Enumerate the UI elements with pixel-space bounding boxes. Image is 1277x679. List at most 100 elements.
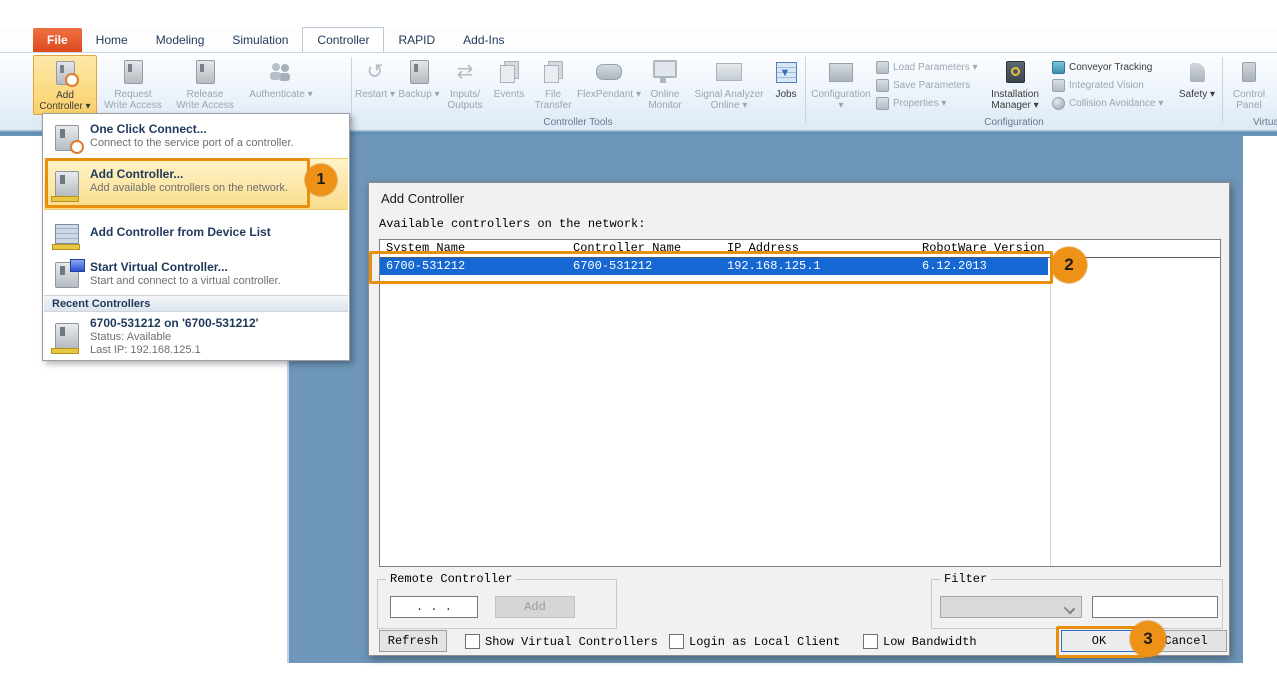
tab-simulation[interactable]: Simulation	[218, 28, 302, 52]
filter-label: Filter	[940, 572, 991, 586]
release-write-access-icon	[196, 57, 215, 87]
signal-analyzer-online-button: Signal Analyzer Online ▾	[689, 55, 769, 115]
restart-icon: ↺	[367, 57, 384, 87]
recent-controller-icon	[44, 314, 90, 358]
jobs-icon	[776, 57, 797, 87]
installation-manager-button[interactable]: Installation Manager ▾	[980, 55, 1050, 115]
remote-controller-group: Remote Controller . . . Add	[377, 579, 617, 629]
collision-avoidance-button: Collision Avoidance ▾	[1050, 94, 1176, 112]
backup-button: Backup ▾	[397, 55, 441, 115]
checkbox-label: Low Bandwidth	[883, 635, 977, 649]
events-icon	[500, 57, 519, 87]
collision-avoidance-label: Collision Avoidance ▾	[1069, 98, 1163, 109]
add-controller-dropdown-menu: One Click Connect... Connect to the serv…	[42, 113, 350, 361]
conveyor-tracking-button[interactable]: Conveyor Tracking	[1050, 58, 1176, 76]
remote-controller-label: Remote Controller	[386, 572, 516, 586]
properties-label: Properties ▾	[893, 98, 946, 109]
one-click-connect-icon	[44, 118, 90, 158]
ribbon-tab-strip: File Home Modeling Simulation Controller…	[0, 27, 1277, 52]
conveyor-tracking-label: Conveyor Tracking	[1069, 62, 1152, 73]
column-end-line	[1050, 257, 1051, 566]
checkbox-icon[interactable]	[669, 634, 684, 649]
remote-ip-input[interactable]: . . .	[390, 596, 478, 618]
online-monitor-icon	[653, 57, 677, 87]
virtual-controller-icon	[44, 256, 90, 294]
flexpendant-icon	[596, 57, 622, 87]
ribbon-group-separator	[1222, 57, 1223, 123]
add-controller-icon	[56, 58, 75, 88]
checkbox-icon[interactable]	[465, 634, 480, 649]
annotation-box-step2	[369, 251, 1053, 284]
backup-icon	[410, 57, 429, 87]
menu-item-title: One Click Connect...	[90, 122, 348, 137]
ribbon-group-separator	[805, 57, 806, 123]
recent-controller-title: 6700-531212 on '6700-531212'	[90, 316, 348, 331]
dialog-title: Add Controller	[381, 191, 464, 206]
safety-button[interactable]: Safety ▾	[1176, 55, 1218, 115]
show-virtual-controllers-checkbox[interactable]: Show Virtual Controllers	[465, 634, 658, 649]
checkbox-icon[interactable]	[863, 634, 878, 649]
annotation-badge-step2: 2	[1051, 247, 1087, 283]
request-write-access-icon	[124, 57, 143, 87]
safety-icon	[1190, 57, 1205, 87]
annotation-badge-step3: 3	[1130, 621, 1166, 657]
signal-analyzer-icon	[716, 57, 742, 87]
request-write-access-button: Request Write Access	[97, 55, 169, 115]
integrated-vision-label: Integrated Vision	[1069, 80, 1144, 91]
menu-item-add-controller-from-device-list[interactable]: Add Controller from Device List	[44, 214, 348, 254]
conveyor-tracking-icon	[1052, 61, 1065, 74]
authenticate-icon	[270, 57, 292, 87]
installation-manager-icon	[1006, 57, 1025, 87]
login-as-local-client-checkbox[interactable]: Login as Local Client	[669, 634, 840, 649]
restart-button: ↺ Restart ▾	[353, 55, 397, 115]
operator-window-button: Operator Window	[1273, 55, 1277, 115]
menu-item-recent-controller[interactable]: 6700-531212 on '6700-531212' Status: Ava…	[44, 314, 348, 358]
authenticate-button: Authenticate ▾	[241, 55, 321, 115]
low-bandwidth-checkbox[interactable]: Low Bandwidth	[863, 634, 977, 649]
properties-button: Properties ▾	[874, 94, 980, 112]
add-button: Add	[495, 596, 575, 618]
online-monitor-button: Online Monitor	[641, 55, 689, 115]
annotation-box-step1	[45, 158, 310, 208]
tab-modeling[interactable]: Modeling	[142, 28, 219, 52]
load-parameters-button: Load Parameters ▾	[874, 58, 980, 76]
tab-file[interactable]: File	[33, 28, 82, 52]
filter-dropdown	[940, 596, 1082, 618]
inputs-outputs-button: ⇄ Inputs/ Outputs	[441, 55, 489, 115]
tab-rapid[interactable]: RAPID	[384, 28, 449, 52]
filter-group: Filter	[931, 579, 1223, 629]
save-parameters-button: Save Parameters	[874, 76, 980, 94]
add-controller-button[interactable]: Add Controller ▾	[33, 55, 97, 115]
file-transfer-button: File Transfer	[529, 55, 577, 115]
tab-controller[interactable]: Controller	[302, 27, 384, 52]
filter-text-input[interactable]	[1092, 596, 1218, 618]
menu-item-one-click-connect[interactable]: One Click Connect... Connect to the serv…	[44, 118, 348, 158]
group-label-controller-tools: Controller Tools	[353, 117, 803, 128]
load-parameters-label: Load Parameters ▾	[893, 62, 978, 73]
jobs-button[interactable]: Jobs	[769, 55, 803, 115]
menu-item-desc: Start and connect to a virtual controlle…	[90, 275, 348, 288]
recent-controller-last-ip: Last IP: 192.168.125.1	[90, 344, 348, 357]
events-button: Events	[489, 55, 529, 115]
refresh-button[interactable]: Refresh	[379, 630, 447, 652]
device-list-icon	[44, 214, 90, 254]
save-parameters-label: Save Parameters	[893, 80, 970, 91]
group-label-configuration: Configuration	[808, 117, 1220, 128]
checkbox-label: Login as Local Client	[689, 635, 840, 649]
integrated-vision-icon	[1052, 79, 1065, 92]
control-panel-icon	[1242, 57, 1256, 87]
tab-addins[interactable]: Add-Ins	[449, 28, 518, 52]
menu-item-title: Add Controller from Device List	[90, 225, 348, 240]
menu-item-start-virtual-controller[interactable]: Start Virtual Controller... Start and co…	[44, 256, 348, 294]
control-panel-button: Control Panel	[1225, 55, 1273, 115]
annotation-badge-step1: 1	[305, 164, 337, 196]
menu-item-desc: Connect to the service port of a control…	[90, 137, 348, 150]
group-label-virtual: Virtual	[1253, 117, 1277, 128]
recent-controllers-header: Recent Controllers	[44, 295, 348, 312]
controllers-table: System Name Controller Name IP Address R…	[379, 239, 1221, 567]
checkbox-label: Show Virtual Controllers	[485, 635, 658, 649]
menu-item-title: Start Virtual Controller...	[90, 260, 348, 275]
collision-avoidance-icon	[1052, 97, 1065, 110]
tab-home[interactable]: Home	[82, 28, 142, 52]
file-transfer-icon	[544, 57, 563, 87]
